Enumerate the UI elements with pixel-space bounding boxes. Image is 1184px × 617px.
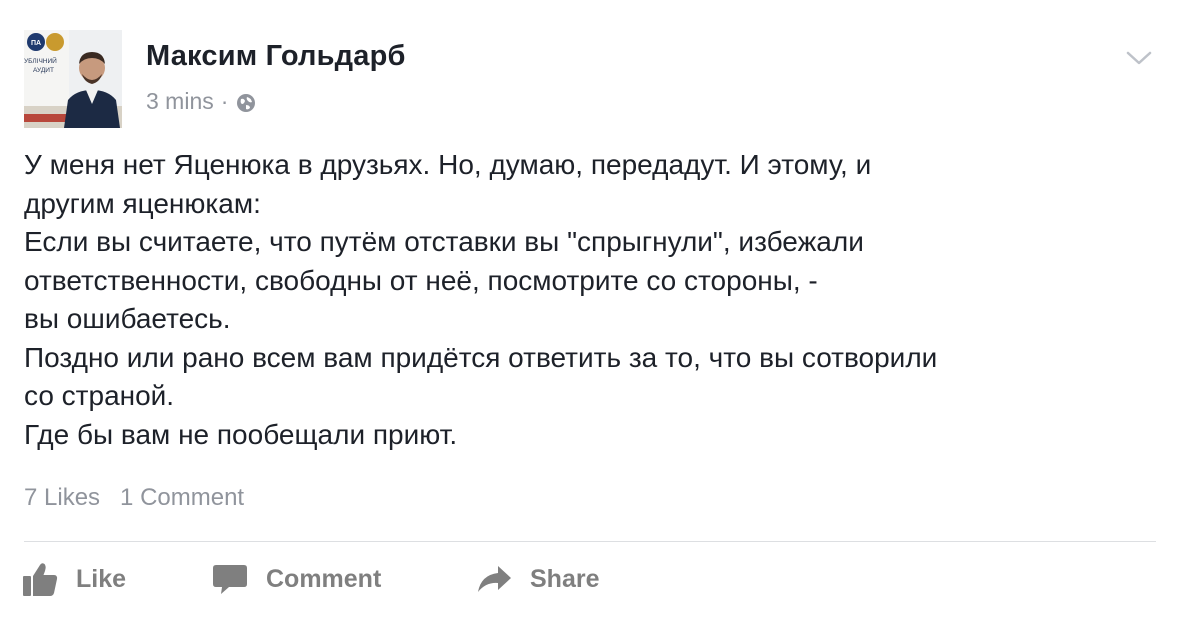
post-text-line: У меня нет Яценюка в друзьях. Но, думаю,… bbox=[24, 149, 872, 180]
chevron-down-icon[interactable] bbox=[1124, 47, 1154, 69]
share-button[interactable]: Share bbox=[476, 561, 599, 597]
action-bar: Like Comment Share bbox=[22, 556, 599, 602]
globe-icon[interactable] bbox=[236, 92, 256, 112]
likes-count[interactable]: 7 Likes bbox=[24, 484, 100, 512]
avatar-caption-1: УБЛІЧНИЙ bbox=[24, 56, 57, 65]
meta-separator: · bbox=[220, 88, 229, 114]
post-text-line: со страной. bbox=[24, 380, 175, 411]
author-avatar[interactable]: ПА УБЛІЧНИЙ АУДИТ bbox=[24, 30, 122, 128]
comments-count[interactable]: 1 Comment bbox=[120, 484, 244, 512]
post-text-line: Где бы вам не пообещали приют. bbox=[24, 418, 458, 450]
speech-bubble-icon bbox=[213, 565, 247, 594]
divider bbox=[24, 541, 1156, 542]
like-button[interactable]: Like bbox=[22, 561, 212, 597]
engagement-counts: 7 Likes 1 Comment bbox=[24, 484, 244, 512]
author-name[interactable]: Максим Гольдарб bbox=[146, 40, 406, 73]
avatar-photo: ПА УБЛІЧНИЙ АУДИТ bbox=[24, 30, 122, 128]
post-text-line: ответственности, свободны от неё, посмот… bbox=[24, 264, 818, 296]
post-text-line: Поздно или рано всем вам придётся ответи… bbox=[24, 341, 938, 373]
post-meta: 3 mins · bbox=[146, 88, 256, 115]
comment-label: Comment bbox=[266, 564, 382, 593]
post-text-line: другим яценюкам: bbox=[24, 187, 261, 219]
timestamp[interactable]: 3 mins bbox=[146, 88, 214, 115]
avatar-caption-2: АУДИТ bbox=[33, 67, 54, 74]
like-label: Like bbox=[76, 564, 127, 593]
post-text-line: Если вы считаете, что путём отставки вы … bbox=[24, 226, 864, 257]
avatar-badge: ПА bbox=[31, 40, 41, 47]
comment-button[interactable]: Comment bbox=[212, 561, 476, 597]
post-text-line: вы ошибаетесь. bbox=[24, 303, 231, 334]
share-label: Share bbox=[530, 564, 600, 593]
post-body: У меня нет Яценюка в друзьях. Но, думаю,… bbox=[24, 146, 1164, 454]
thumbs-up-icon bbox=[23, 563, 58, 596]
share-arrow-icon bbox=[478, 566, 511, 592]
